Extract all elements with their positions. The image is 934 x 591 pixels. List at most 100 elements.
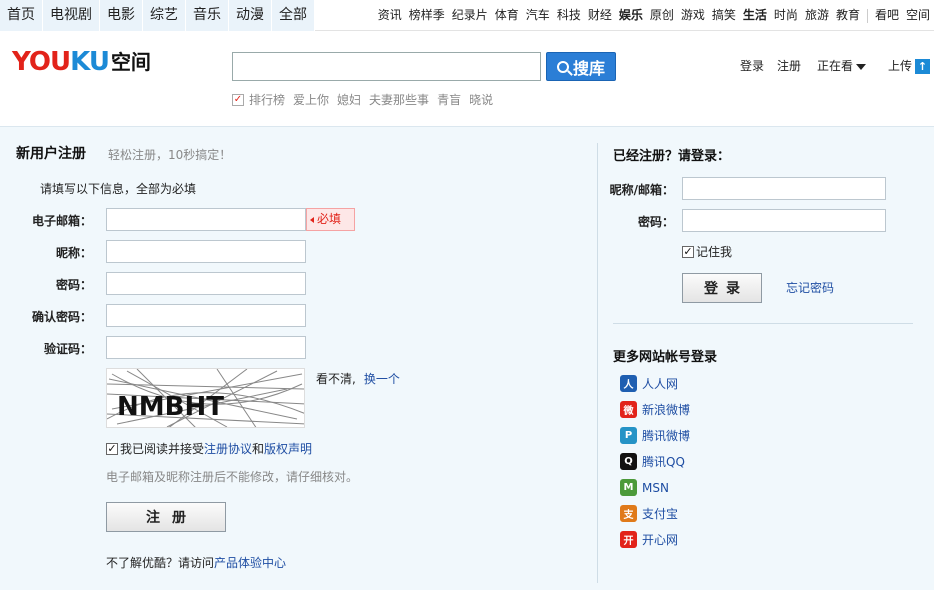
site-name: 开心网 [642, 533, 679, 547]
hot-keyword[interactable]: 夫妻那些事 [369, 91, 429, 108]
terms-link[interactable]: 注册协议 [204, 440, 252, 457]
captcha-char: NMBHT [117, 392, 224, 422]
account-field[interactable] [682, 177, 886, 200]
channel-home[interactable]: 首页 [0, 0, 43, 31]
captcha-noise: NMBHT [107, 369, 304, 427]
forgot-password-link[interactable]: 忘记密码 [786, 279, 834, 296]
captcha-note: 看不清, [316, 372, 356, 386]
tencent-weibo-icon: P [620, 427, 637, 444]
hot-keyword[interactable]: 爱上你 [293, 91, 329, 108]
subnav-link-space[interactable]: 空间 [906, 0, 930, 31]
hot-keyword[interactable]: 媳妇 [337, 91, 361, 108]
caret-down-icon [855, 63, 866, 70]
hot-keyword[interactable]: 青盲 [437, 91, 461, 108]
subnav-link-kanba[interactable]: 看吧 [875, 0, 899, 31]
qq-icon: Q [620, 453, 637, 470]
captcha-field[interactable] [106, 336, 306, 359]
channel-all[interactable]: 全部 [272, 0, 315, 31]
site-kaixin[interactable]: 开开心网 [620, 531, 678, 548]
column-divider [597, 143, 598, 583]
subnav-link[interactable]: 生活 [743, 0, 767, 31]
subnav-link[interactable]: 汽车 [526, 0, 550, 31]
more-sites-title: 更多网站帐号登录 [613, 350, 718, 365]
login-link[interactable]: 登录 [740, 57, 764, 74]
upload-link[interactable]: 上传 ↑ [888, 57, 930, 74]
logo-suffix: 空间 [110, 50, 151, 74]
nickname-field[interactable] [106, 240, 306, 263]
kaixin-icon: 开 [620, 531, 637, 548]
account-label: 昵称/邮箱： [609, 183, 674, 197]
watching-dropdown[interactable]: 正在看 [817, 57, 866, 74]
watching-label: 正在看 [816, 59, 853, 73]
channel-music[interactable]: 音乐 [186, 0, 229, 31]
password-label: 密码： [55, 278, 92, 292]
hot-keyword[interactable]: 排行榜 [249, 91, 285, 108]
sub-channel-links: 资讯 榜样季 纪录片 体育 汽车 科技 财经 娱乐 原创 游戏 搞笑 生活 时尚… [371, 0, 930, 31]
subnav-link[interactable]: 资讯 [378, 0, 402, 31]
subnav-link[interactable]: 娱乐 [619, 0, 643, 31]
logo-you: YOU [12, 47, 71, 77]
email-label: 电子邮箱： [31, 214, 92, 228]
captcha-hint: 看不清, 换一个 [316, 370, 400, 387]
register-note: 请填写以下信息，全部为必填 [40, 182, 197, 196]
site-renren[interactable]: 人人人网 [620, 375, 678, 392]
channel-movie[interactable]: 电影 [100, 0, 143, 31]
visit-text: 不了解优酷？请访问 [106, 556, 215, 570]
channel-tv[interactable]: 电视剧 [43, 0, 100, 31]
agree-checkbox[interactable]: ✓ [106, 442, 118, 455]
register-link[interactable]: 注册 [777, 57, 801, 74]
confirm-password-field[interactable] [106, 304, 306, 327]
agree-text: 我已阅读并接受 [120, 442, 205, 456]
login-button[interactable]: 登录 [682, 273, 762, 303]
experience-center-link[interactable]: 产品体验中心 [214, 556, 286, 570]
site-qq[interactable]: Q 腾讯QQ [620, 453, 685, 470]
tip-arrow-icon [310, 216, 314, 223]
channel-anime[interactable]: 动漫 [229, 0, 272, 31]
site-name: 腾讯微博 [642, 429, 691, 443]
login-divider [613, 323, 913, 324]
site-name: 新浪微博 [642, 403, 691, 417]
subnav-link[interactable]: 榜样季 [409, 0, 445, 31]
subnav-link[interactable]: 纪录片 [452, 0, 488, 31]
logo-ku: KU [70, 47, 110, 77]
check-icon: ✓ [232, 93, 244, 106]
subnav-link[interactable]: 游戏 [681, 0, 705, 31]
subnav-link[interactable]: 财经 [588, 0, 612, 31]
subnav-link[interactable]: 教育 [836, 0, 860, 31]
captcha-label: 验证码： [43, 342, 92, 356]
site-sina-weibo[interactable]: 微新浪微博 [620, 401, 690, 418]
remember-checkbox[interactable]: ✓ [682, 245, 694, 258]
subnav-link[interactable]: 旅游 [805, 0, 829, 31]
copyright-link[interactable]: 版权声明 [264, 440, 312, 457]
site-alipay[interactable]: 支支付宝 [620, 505, 678, 522]
agree-row: ✓ 我已阅读并接受 注册协议 和 版权声明 [106, 440, 312, 457]
confirm-password-label: 确认密码： [31, 310, 92, 324]
subnav-link[interactable]: 体育 [495, 0, 519, 31]
subnav-link[interactable]: 时尚 [774, 0, 798, 31]
channel-variety[interactable]: 综艺 [143, 0, 186, 31]
subnav-link[interactable]: 搞笑 [712, 0, 736, 31]
captcha-change-link[interactable]: 换一个 [364, 372, 400, 386]
remember-label: 记住我 [696, 245, 733, 259]
site-tencent-weibo[interactable]: P 腾讯微博 [620, 427, 690, 444]
weibo-icon: 微 [620, 401, 637, 418]
search-button[interactable]: 搜库 [546, 52, 616, 81]
search-input[interactable] [232, 52, 541, 81]
site-msn[interactable]: M MSN [620, 479, 669, 496]
captcha-image[interactable]: NMBHT [106, 368, 305, 428]
register-button[interactable]: 注册 [106, 502, 226, 532]
alipay-icon: 支 [620, 505, 637, 522]
subnav-link[interactable]: 原创 [650, 0, 674, 31]
hot-keyword[interactable]: 晓说 [469, 91, 493, 108]
register-section: 新用户注册 轻松注册，10秒搞定！ 请填写以下信息，全部为必填 电子邮箱： 必填… [0, 127, 597, 591]
visit-note: 不了解优酷？请访问产品体验中心 [106, 554, 286, 571]
subnav-link[interactable]: 科技 [557, 0, 581, 31]
login-password-field[interactable] [682, 209, 886, 232]
renren-icon: 人 [620, 375, 637, 392]
email-field[interactable] [106, 208, 306, 231]
required-tip: 必填 [306, 208, 355, 231]
youku-logo[interactable]: YOU KU 空间 [12, 45, 151, 77]
nickname-label: 昵称： [55, 246, 92, 260]
nav-divider [866, 9, 868, 23]
password-field[interactable] [106, 272, 306, 295]
